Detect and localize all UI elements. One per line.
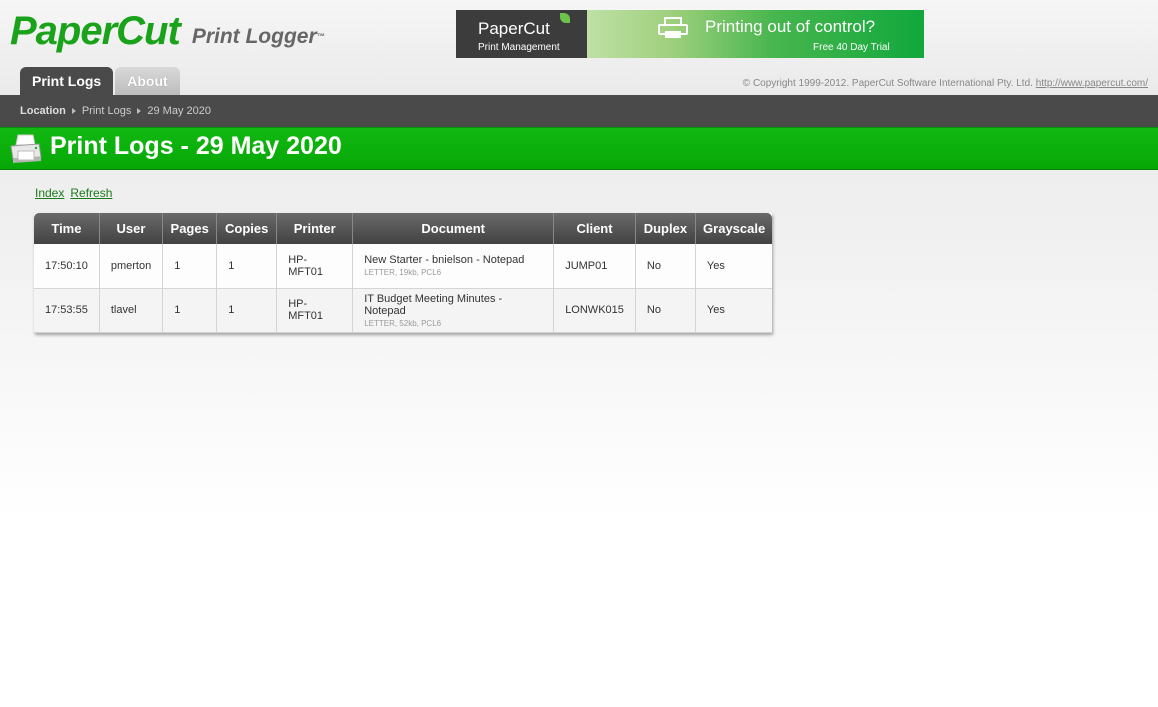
column-header-document[interactable]: Document (352, 213, 554, 244)
cell-printer: HP-MFT01 (276, 244, 353, 289)
banner-message-panel: Printing out of control? Free 40 Day Tri… (587, 10, 924, 58)
banner-brand-panel: PaperCut Print Management (456, 10, 587, 58)
table-row: 17:50:10 pmerton 1 1 HP-MFT01 New Starte… (34, 244, 773, 289)
banner-cta[interactable]: Free 40 Day Trial (813, 42, 890, 53)
cell-copies: 1 (216, 244, 277, 289)
banner-headline: Printing out of control? (705, 17, 876, 36)
document-name: New Starter - bnielson - Notepad (364, 254, 525, 267)
papercut-website-link[interactable]: http://www.papercut.com/ (1036, 78, 1148, 89)
page-title: Print Logs - 29 May 2020 (50, 132, 342, 160)
printer-icon (658, 17, 688, 38)
table-header-row: Time User Pages Copies Printer Document … (34, 213, 773, 244)
cell-grayscale: Yes (694, 288, 773, 333)
document-meta: LETTER, 19kb, PCL6 (364, 268, 442, 278)
cell-document: New Starter - bnielson - Notepad LETTER,… (352, 244, 554, 289)
document-meta: LETTER, 52kb, PCL6 (364, 318, 442, 328)
copyright-notice: © Copyright 1999-2012. PaperCut Software… (743, 78, 1148, 89)
cell-grayscale: Yes (694, 244, 773, 289)
copyright-text: © Copyright 1999-2012. PaperCut Software… (742, 78, 1033, 89)
printer-icon (10, 134, 42, 163)
column-header-client[interactable]: Client (553, 213, 636, 244)
tab-about[interactable]: About (115, 67, 180, 95)
column-header-user[interactable]: User (98, 213, 163, 244)
logo-sub-text: Print Logger™ (192, 20, 325, 54)
breadcrumb-date: 29 May 2020 (147, 105, 211, 117)
breadcrumb-print-logs[interactable]: Print Logs (82, 105, 132, 117)
action-links: Index Refresh (35, 186, 112, 200)
table-row: 17:53:55 tlavel 1 1 HP-MFT01 IT Budget M… (34, 288, 773, 333)
breadcrumb-location-label: Location (20, 105, 66, 117)
logo-sub-label: Print Logger (191, 25, 317, 48)
cell-pages: 1 (162, 288, 217, 333)
cell-duplex: No (634, 288, 696, 333)
cell-time: 17:50:10 (34, 244, 100, 289)
cell-client: JUMP01 (553, 244, 636, 289)
chevron-right-icon (71, 108, 76, 114)
cell-client: LONWK015 (553, 288, 636, 333)
cell-pages: 1 (162, 244, 217, 289)
cell-duplex: No (634, 244, 696, 289)
breadcrumb: Location Print Logs 29 May 2020 (20, 105, 211, 117)
column-header-copies[interactable]: Copies (216, 213, 277, 244)
breadcrumb-bar: Location Print Logs 29 May 2020 (0, 95, 1158, 127)
cell-printer: HP-MFT01 (276, 288, 353, 333)
logo-main-text: PaperCut (10, 9, 181, 53)
print-log-table: Time User Pages Copies Printer Document … (34, 213, 773, 333)
column-header-time[interactable]: Time (34, 213, 100, 244)
page-title-bar: Print Logs - 29 May 2020 (0, 127, 1158, 170)
column-header-pages[interactable]: Pages (162, 213, 217, 244)
refresh-link[interactable]: Refresh (70, 186, 112, 200)
banner-brand: PaperCut (478, 19, 550, 38)
tab-print-logs[interactable]: Print Logs (20, 67, 114, 95)
cell-user: pmerton (98, 244, 163, 289)
column-header-printer[interactable]: Printer (276, 213, 353, 244)
document-name: IT Budget Meeting Minutes - Notepad (364, 292, 503, 317)
chevron-right-icon (137, 108, 142, 114)
main-tabs: Print Logs About (20, 67, 180, 95)
cell-time: 17:53:55 (34, 288, 100, 333)
cell-document: IT Budget Meeting Minutes - Notepad LETT… (352, 288, 554, 333)
header: PaperCut Print Logger™ PaperCut Print Ma… (0, 0, 1158, 95)
leaf-icon (560, 13, 570, 23)
ad-banner[interactable]: PaperCut Print Management Printing out o… (456, 10, 924, 58)
cell-copies: 1 (216, 288, 277, 333)
index-link[interactable]: Index (35, 186, 64, 200)
banner-brand-sub: Print Management (478, 42, 560, 53)
cell-user: tlavel (98, 288, 163, 333)
column-header-grayscale[interactable]: Grayscale (694, 213, 773, 244)
column-header-duplex[interactable]: Duplex (634, 213, 696, 244)
logo-trademark: ™ (316, 32, 325, 41)
papercut-logo: PaperCut Print Logger™ (10, 8, 325, 54)
